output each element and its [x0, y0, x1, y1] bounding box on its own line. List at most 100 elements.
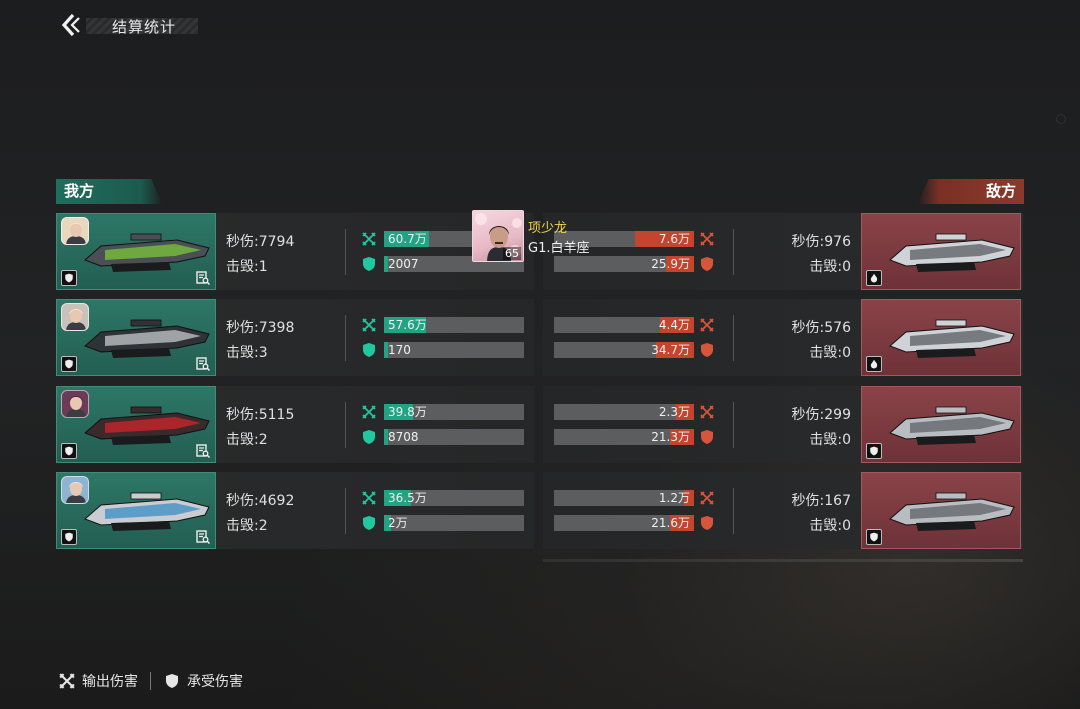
- ship-card[interactable]: [56, 213, 216, 290]
- crossed-swords-icon: [699, 404, 715, 420]
- dps-stat: 秒伤:4692: [226, 493, 295, 509]
- ship-class-badge: [866, 443, 882, 459]
- flame-icon: [870, 273, 878, 283]
- ship-icon: [889, 319, 1015, 358]
- shield-icon: [699, 429, 715, 445]
- damage-out-bar: 2.3万: [554, 404, 694, 420]
- legend: 输出伤害 承受伤害: [58, 670, 243, 692]
- column-divider: [345, 402, 346, 448]
- crossed-swords-icon: [361, 490, 377, 506]
- shield-icon: [65, 446, 73, 456]
- document-search-icon: [196, 530, 210, 544]
- damage-in-value: 34.7万: [651, 343, 690, 357]
- ship-detail-button[interactable]: [195, 356, 211, 372]
- damage-out-value: 57.6万: [388, 318, 427, 332]
- shield-icon: [65, 359, 73, 369]
- ship-card[interactable]: [56, 299, 216, 376]
- ship-icon: [84, 319, 210, 358]
- commander-level: 65: [503, 247, 521, 260]
- damage-out-value: 4.4万: [658, 318, 690, 332]
- ship-card[interactable]: [861, 386, 1021, 463]
- ally-side-label: 我方: [56, 179, 162, 204]
- document-search-icon: [196, 271, 210, 285]
- shield-icon: [361, 515, 377, 531]
- crossed-swords-icon: [361, 317, 377, 333]
- ally-row: 秒伤:4692 击毁:2 36.5万 2万: [56, 472, 534, 549]
- flame-icon: [870, 359, 878, 369]
- back-button[interactable]: [58, 12, 84, 38]
- crossed-swords-icon: [699, 317, 715, 333]
- ship-card[interactable]: [56, 472, 216, 549]
- kills-stat: 击毁:2: [226, 432, 268, 448]
- back-arrow-icon: [61, 13, 80, 37]
- ship-card[interactable]: [861, 213, 1021, 290]
- shield-icon: [361, 342, 377, 358]
- ship-card[interactable]: [861, 299, 1021, 376]
- crossed-swords-icon: [699, 490, 715, 506]
- damage-in-value: 2万: [388, 516, 408, 530]
- enemy-row: 秒伤:976 击毁:0 7.6万 25.9万: [543, 213, 1023, 290]
- kills-stat: 击毁:3: [226, 345, 268, 361]
- damage-out-bar: 1.2万: [554, 490, 694, 506]
- damage-out-bar: 36.5万: [384, 490, 524, 506]
- damage-out-bar: 39.8万: [384, 404, 524, 420]
- shield-icon: [361, 429, 377, 445]
- dps-stat: 秒伤:299: [791, 407, 851, 423]
- column-divider: [733, 315, 734, 361]
- ship-detail-button[interactable]: [195, 270, 211, 286]
- ship-icon: [889, 406, 1015, 445]
- ship-card[interactable]: [861, 472, 1021, 549]
- damage-in-bar: 21.6万: [554, 515, 694, 531]
- damage-in-value: 8708: [388, 430, 419, 444]
- damage-in-bar: 170: [384, 342, 524, 358]
- ship-class-badge: [61, 270, 77, 286]
- kills-stat: 击毁:0: [809, 432, 851, 448]
- ship-class-badge: [866, 356, 882, 372]
- enemy-row: 秒伤:299 击毁:0 2.3万 21.3万: [543, 386, 1023, 463]
- damage-out-value: 2.3万: [658, 405, 690, 419]
- enemy-side-label: 敌方: [918, 179, 1024, 204]
- dps-stat: 秒伤:167: [791, 493, 851, 509]
- damage-in-bar: 21.3万: [554, 429, 694, 445]
- dps-stat: 秒伤:576: [791, 320, 851, 336]
- damage-out-bar: 4.4万: [554, 317, 694, 333]
- kills-stat: 击毁:0: [809, 259, 851, 275]
- kills-stat: 击毁:1: [226, 259, 268, 275]
- ship-detail-button[interactable]: [195, 529, 211, 545]
- ship-icon: [84, 492, 210, 531]
- commander-tooltip: 65 项少龙 G1.白羊座: [472, 210, 596, 262]
- kills-stat: 击毁:0: [809, 345, 851, 361]
- damage-in-bar: 8708: [384, 429, 524, 445]
- ship-detail-button[interactable]: [195, 443, 211, 459]
- enemy-row: 秒伤:167 击毁:0 1.2万 21.6万: [543, 472, 1023, 549]
- shield-icon: [699, 256, 715, 272]
- ship-icon: [889, 492, 1015, 531]
- damage-in-value: 21.3万: [651, 430, 690, 444]
- dps-stat: 秒伤:7398: [226, 320, 295, 336]
- damage-in-bar: 2万: [384, 515, 524, 531]
- page-title: 结算统计: [112, 18, 177, 36]
- shield-icon: [65, 532, 73, 542]
- commander-name: 项少龙: [528, 221, 568, 236]
- column-divider: [345, 315, 346, 361]
- ship-class-badge: [866, 529, 882, 545]
- damage-in-value: 25.9万: [651, 257, 690, 271]
- legend-separator: [150, 672, 151, 690]
- column-divider: [733, 488, 734, 534]
- header: 结算统计: [0, 8, 200, 42]
- shield-icon: [699, 515, 715, 531]
- kills-stat: 击毁:0: [809, 518, 851, 534]
- ship-card[interactable]: [56, 386, 216, 463]
- shield-icon: [699, 342, 715, 358]
- column-divider: [345, 229, 346, 275]
- ship-class-badge: [61, 529, 77, 545]
- commander-avatar: 65: [472, 210, 524, 262]
- damage-in-value: 21.6万: [651, 516, 690, 530]
- damage-in-value: 170: [388, 343, 411, 357]
- ship-class-badge: [61, 443, 77, 459]
- ship-icon: [889, 233, 1015, 272]
- shield-icon: [870, 446, 878, 456]
- corner-mark: [1056, 114, 1066, 124]
- dps-stat: 秒伤:7794: [226, 234, 295, 250]
- shield-icon: [65, 273, 73, 283]
